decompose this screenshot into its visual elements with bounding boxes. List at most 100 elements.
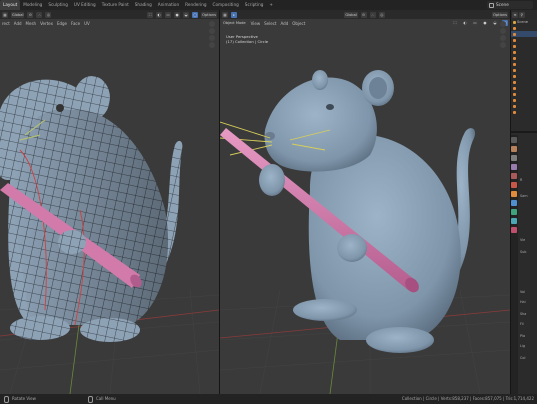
pan-button[interactable] <box>209 28 215 34</box>
workspace-tab-modeling[interactable]: Modeling <box>20 0 45 10</box>
workspace-tab-compositing[interactable]: Compositing <box>210 0 242 10</box>
object-icon <box>513 62 516 66</box>
select-tool-button[interactable]: ▸ <box>231 11 237 18</box>
workspace-tab-shading[interactable]: Shading <box>132 0 155 10</box>
object-icon <box>513 32 516 36</box>
menu-uv[interactable]: UV <box>84 21 90 26</box>
outliner-type-button[interactable]: ≡ <box>512 11 518 18</box>
property-panel-header[interactable]: Sha <box>520 312 526 316</box>
shading-solid-button[interactable]: ● <box>481 20 488 26</box>
menu-select[interactable]: Select <box>264 21 276 26</box>
transform-orientation-dropdown[interactable]: Global <box>344 11 358 18</box>
property-panel-header[interactable]: Sam <box>520 194 528 198</box>
workspace-tab-layout[interactable]: Layout <box>0 0 21 10</box>
render-tab-icon[interactable] <box>511 146 517 152</box>
tool-tab-icon[interactable] <box>511 137 517 143</box>
object-icon <box>513 92 516 96</box>
pivot-button[interactable]: ⊙ <box>27 11 34 18</box>
property-panel-header[interactable]: Col <box>520 356 525 360</box>
workspace-tab-uv-editing[interactable]: UV Editing <box>71 0 99 10</box>
view-layer-tab-icon[interactable] <box>511 164 517 170</box>
zoom-button[interactable] <box>209 21 215 27</box>
modifier-tab-icon[interactable] <box>511 200 517 206</box>
pivot-button[interactable]: ⊙ <box>360 11 367 18</box>
menu-add[interactable]: Add <box>280 21 288 26</box>
menu-rect[interactable]: rect <box>2 21 10 26</box>
outliner-item-label: Scene <box>517 20 528 24</box>
mode-dropdown[interactable]: Object Mode <box>222 20 247 26</box>
world-tab-icon[interactable] <box>511 182 517 188</box>
options-dropdown[interactable]: Options <box>492 11 508 18</box>
shading-rendered-button[interactable]: ◯ <box>192 11 199 18</box>
menu-face[interactable]: Face <box>71 21 80 26</box>
workspace-tab--[interactable]: + <box>266 0 276 10</box>
transform-orientation-label: Global <box>345 12 357 17</box>
overlay-toggle[interactable]: ◐ <box>461 20 468 26</box>
menu-add[interactable]: Add <box>14 21 22 26</box>
scene-label: Scene <box>496 2 509 7</box>
snap-button[interactable]: ∴ <box>36 11 43 18</box>
xray-toggle[interactable]: ▭ <box>165 11 172 18</box>
call-menu-hint: Call Menu <box>96 396 116 401</box>
gizmo-toggle[interactable]: ⛶ <box>451 20 458 26</box>
gizmo-toggle[interactable]: ⛶ <box>147 11 154 18</box>
material-tab-icon[interactable] <box>511 227 517 233</box>
viewport-info-overlay: User Perspective (17) Collection | Circl… <box>226 34 268 44</box>
shading-material-button[interactable]: ◒ <box>491 20 498 26</box>
workspace-tab-animation[interactable]: Animation <box>155 0 182 10</box>
status-bar: Rotate View Call Menu Collection | Circl… <box>0 394 537 404</box>
camera-view-button[interactable] <box>500 35 506 41</box>
editor-type-button[interactable]: ▦ <box>222 11 228 18</box>
workspace-tabs: Layout Modeling Sculpting UV Editing Texture… <box>0 0 276 10</box>
perspective-toggle[interactable] <box>500 42 506 48</box>
property-panel-header[interactable]: Lig <box>520 344 525 348</box>
outliner-item[interactable] <box>511 109 537 115</box>
menu-object[interactable]: Object <box>292 21 305 26</box>
property-panel-header[interactable]: Pla <box>520 334 525 338</box>
proportional-edit-button[interactable]: ◎ <box>45 11 52 18</box>
pan-button[interactable] <box>500 28 506 34</box>
proportional-edit-button[interactable]: ◎ <box>378 11 385 18</box>
workspace-tab-texture-paint[interactable]: Texture Paint <box>99 0 132 10</box>
camera-view-button[interactable] <box>209 35 215 41</box>
editor-type-button[interactable]: ▦ <box>2 11 8 18</box>
perspective-toggle[interactable] <box>209 42 215 48</box>
workspace-bar: Layout Modeling Sculpting UV Editing Texture… <box>0 0 537 10</box>
object-icon <box>513 68 516 72</box>
object-tab-icon[interactable] <box>511 191 517 197</box>
property-panel-header[interactable]: Vol <box>520 290 525 294</box>
workspace-tab-sculpting[interactable]: Sculpting <box>45 0 71 10</box>
scene-tab-icon[interactable] <box>511 173 517 179</box>
xray-toggle[interactable]: ▭ <box>471 20 478 26</box>
outliner-filter-button[interactable]: ⚲ <box>519 11 525 18</box>
property-panel-header[interactable]: Vie <box>520 238 525 242</box>
output-tab-icon[interactable] <box>511 155 517 161</box>
object-icon <box>513 20 516 24</box>
menu-view[interactable]: View <box>251 21 261 26</box>
snap-button[interactable]: ∴ <box>369 11 376 18</box>
viewport-edit-mode[interactable]: ▦ Global ⊙ ∴ ◎ ⛶ ◐ ▭ ● ◒ ◯ Options rect A… <box>0 10 219 394</box>
navigation-gizmo <box>209 21 215 48</box>
transform-orientation-dropdown[interactable]: Global <box>11 11 25 18</box>
zoom-button[interactable] <box>500 21 506 27</box>
viewport-object-mode[interactable]: ▦ ▸ Global ⊙ ∴ ◎ Options Object Mode Vie… <box>220 10 510 394</box>
overlay-toggle[interactable]: ◐ <box>156 11 163 18</box>
shading-material-button[interactable]: ◒ <box>183 11 190 18</box>
scene-selector[interactable]: Scene <box>487 1 533 9</box>
menu-edge[interactable]: Edge <box>57 21 67 26</box>
property-panel-header[interactable]: R <box>520 178 522 182</box>
property-panel-header[interactable]: Hai <box>520 300 526 304</box>
mouse-ear-left <box>312 70 328 90</box>
menu-mesh[interactable]: Mesh <box>26 21 37 26</box>
area-divider[interactable] <box>511 131 537 133</box>
property-panel-header[interactable]: Sub <box>520 250 526 254</box>
property-panel-header[interactable]: Fil <box>520 322 524 326</box>
physics-tab-icon[interactable] <box>511 218 517 224</box>
menu-vertex[interactable]: Vertex <box>40 21 53 26</box>
workspace-tab-scripting[interactable]: Scripting <box>242 0 267 10</box>
options-dropdown[interactable]: Options <box>201 11 217 18</box>
particles-tab-icon[interactable] <box>511 209 517 215</box>
viewport-menubar: rect Add Mesh Vertex Edge Face UV <box>0 19 219 27</box>
shading-solid-button[interactable]: ● <box>174 11 181 18</box>
workspace-tab-rendering[interactable]: Rendering <box>182 0 209 10</box>
